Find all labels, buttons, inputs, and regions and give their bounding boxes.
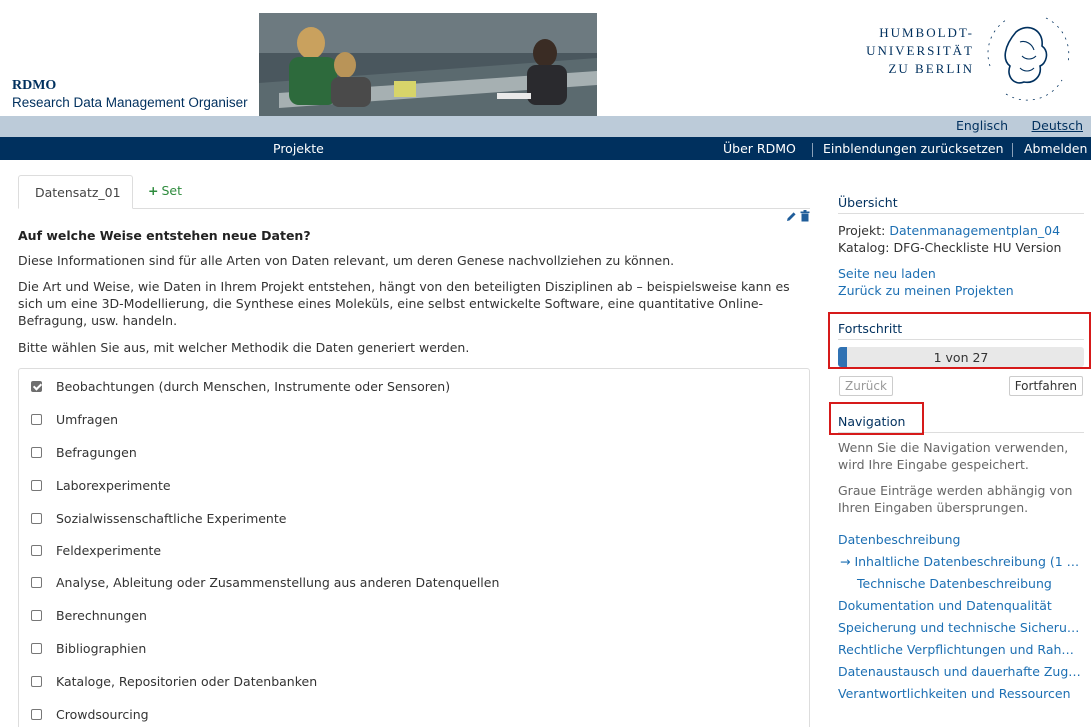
option-item[interactable]: Laborexperimente <box>31 478 171 498</box>
nav-separator <box>1012 143 1013 157</box>
option-label: Bibliographien <box>56 641 147 656</box>
brand[interactable]: RDMO Research Data Management Organiser <box>12 78 248 110</box>
header: RDMO Research Data Management Organiser … <box>0 0 1091 116</box>
section-item[interactable]: Technische Datenbeschreibung <box>838 573 1086 595</box>
question-paragraph-2: Die Art und Weise, wie Daten in Ihrem Pr… <box>18 279 790 328</box>
progress-label: 1 von 27 <box>933 350 989 365</box>
section-item[interactable]: Datenbeschreibung <box>838 529 1086 551</box>
option-item[interactable]: Bibliographien <box>31 641 146 661</box>
option-item[interactable]: Umfragen <box>31 412 118 432</box>
option-label: Kataloge, Repositorien oder Datenbanken <box>56 674 318 689</box>
dataset-tabs: Datensatz_01 + Set <box>18 175 810 209</box>
brand-subtitle: Research Data Management Organiser <box>12 95 248 110</box>
section-item[interactable]: Speicherung und technische Sicherung... <box>838 617 1086 639</box>
option-item[interactable]: Crowdsourcing <box>31 707 149 727</box>
language-english-link[interactable]: Englisch <box>956 118 1008 133</box>
section-item[interactable]: Dokumentation und Datenqualität <box>838 595 1086 617</box>
option-label: Laborexperimente <box>56 478 171 493</box>
option-label: Sozialwissenschaftliche Experimente <box>56 511 287 526</box>
checkbox[interactable] <box>31 577 42 588</box>
option-label: Crowdsourcing <box>56 707 149 722</box>
section-item[interactable]: Rechtliche Verpflichtungen und Rahme... <box>838 639 1086 661</box>
back-to-projects-link[interactable]: Zurück zu meinen Projekten <box>838 282 1084 299</box>
option-item[interactable]: Analyse, Ableitung oder Zusammenstellung… <box>31 575 499 595</box>
checkbox[interactable] <box>31 643 42 654</box>
nav-separator <box>812 143 813 157</box>
option-label: Befragungen <box>56 445 137 460</box>
checkbox[interactable] <box>31 676 42 687</box>
nav-about[interactable]: Über RDMO <box>723 141 796 156</box>
option-item[interactable]: Sozialwissenschaftliche Experimente <box>31 511 286 531</box>
university-logo[interactable]: HUMBOLDT- UNIVERSITÄT ZU BERLIN <box>848 6 1078 110</box>
university-line-2: UNIVERSITÄT <box>866 43 974 58</box>
option-label: Analyse, Ableitung oder Zusammenstellung… <box>56 575 500 590</box>
university-seal-icon <box>987 17 1070 101</box>
university-line-3: ZU BERLIN <box>888 61 974 76</box>
plus-icon: + <box>148 183 159 198</box>
tab-actions <box>786 210 812 224</box>
checkbox[interactable] <box>31 414 42 425</box>
option-label: Feldexperimente <box>56 543 162 558</box>
section-item-current[interactable]: → Inhaltliche Datenbeschreibung (1 of... <box>838 551 1086 573</box>
option-label: Umfragen <box>56 412 119 427</box>
navigation-highlight <box>829 402 924 435</box>
next-button[interactable]: Fortfahren <box>1008 376 1083 396</box>
checkbox[interactable] <box>31 480 42 491</box>
options-list: Beobachtungen (durch Menschen, Instrumen… <box>18 368 810 727</box>
checkbox[interactable] <box>31 709 42 720</box>
nav-projects[interactable]: Projekte <box>273 141 324 156</box>
pencil-icon[interactable] <box>786 211 797 222</box>
add-set-button[interactable]: + Set <box>148 183 182 198</box>
catalog-name: DFG-Checkliste HU Version <box>893 240 1062 255</box>
section-item[interactable]: Verantwortlichkeiten und Ressourcen <box>838 683 1086 705</box>
project-label: Projekt: <box>838 223 886 238</box>
progress-bar: 1 von 27 <box>838 347 1084 367</box>
section-navigation-list: Datenbeschreibung → Inhaltliche Datenbes… <box>838 529 1086 705</box>
option-item[interactable]: Beobachtungen (durch Menschen, Instrumen… <box>31 379 450 399</box>
question-paragraph-1: Diese Informationen sind für alle Arten … <box>18 253 675 268</box>
language-german-link[interactable]: Deutsch <box>1032 118 1083 133</box>
navigation-hint-1: Wenn Sie die Navigation verwenden, wird … <box>838 440 1069 472</box>
question-panel: Auf welche Weise entstehen neue Daten? D… <box>18 228 810 356</box>
checkbox[interactable] <box>31 610 42 621</box>
checkbox[interactable] <box>31 447 42 458</box>
university-line-1: HUMBOLDT- <box>879 25 974 40</box>
brand-title: RDMO <box>12 78 57 93</box>
option-label: Berechnungen <box>56 608 147 623</box>
add-set-label: Set <box>161 183 183 198</box>
navigation-hint-2: Graue Einträge werden abhängig von Ihren… <box>838 483 1073 515</box>
option-item[interactable]: Befragungen <box>31 445 137 465</box>
overview-heading: Übersicht <box>838 195 1084 214</box>
project-row: Projekt: Datenmanagementplan_04 <box>838 222 1084 239</box>
option-item[interactable]: Berechnungen <box>31 608 147 628</box>
reload-link[interactable]: Seite neu laden <box>838 265 1084 282</box>
trash-icon[interactable] <box>800 210 810 222</box>
checkbox[interactable] <box>31 513 42 524</box>
back-button[interactable]: Zurück <box>839 376 893 396</box>
option-item[interactable]: Feldexperimente <box>31 543 161 563</box>
language-bar: Englisch Deutsch <box>0 116 1091 137</box>
project-link[interactable]: Datenmanagementplan_04 <box>889 223 1060 238</box>
question-title: Auf welche Weise entstehen neue Daten? <box>18 228 311 243</box>
university-name: HUMBOLDT- UNIVERSITÄT ZU BERLIN <box>854 24 974 78</box>
catalog-label: Katalog: <box>838 240 890 255</box>
main-navbar: Projekte Über RDMO Einblendungen zurücks… <box>0 137 1091 160</box>
section-item[interactable]: Datenaustausch und dauerhafte Zugän... <box>838 661 1086 683</box>
banner-photo <box>259 13 597 116</box>
tab-dataset[interactable]: Datensatz_01 <box>18 175 133 209</box>
checkbox[interactable] <box>31 381 42 392</box>
option-item[interactable]: Kataloge, Repositorien oder Datenbanken <box>31 674 317 694</box>
catalog-row: Katalog: DFG-Checkliste HU Version <box>838 239 1084 256</box>
nav-logout[interactable]: Abmelden <box>1024 141 1087 156</box>
nav-reset[interactable]: Einblendungen zurücksetzen <box>823 141 1004 156</box>
question-paragraph-3: Bitte wählen Sie aus, mit welcher Method… <box>18 340 470 355</box>
checkbox[interactable] <box>31 545 42 556</box>
option-label: Beobachtungen (durch Menschen, Instrumen… <box>56 379 451 394</box>
